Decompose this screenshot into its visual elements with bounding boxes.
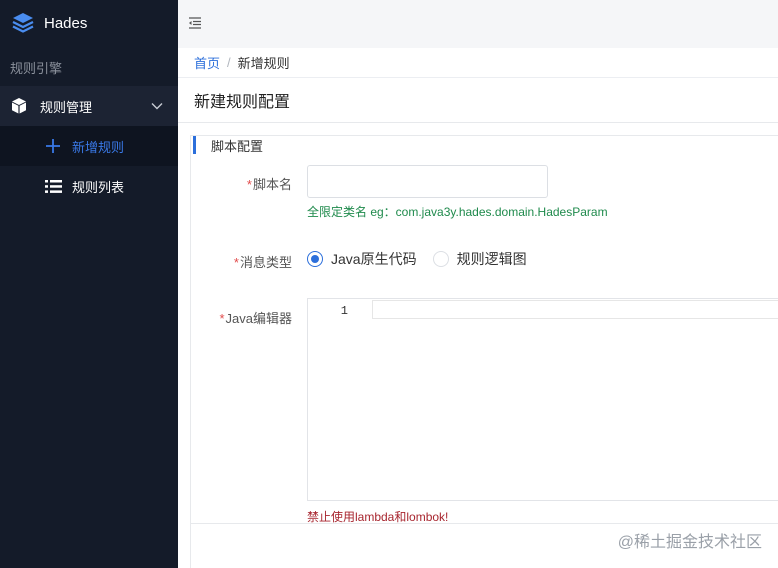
- message-type-radio-group: Java原生代码 规则逻辑图: [307, 249, 543, 269]
- section-title: 脚本配置: [211, 138, 264, 154]
- script-name-label-text: 脚本名: [252, 177, 292, 192]
- required-mark: *: [219, 311, 225, 326]
- app-logo[interactable]: Hades: [0, 0, 178, 46]
- radio-label: Java原生代码: [331, 251, 417, 267]
- section-accent-bar: [193, 136, 196, 154]
- script-name-hint: 全限定类名 eg：com.java3y.hades.domain.HadesPa…: [307, 205, 608, 219]
- breadcrumb-separator: /: [227, 55, 231, 70]
- sidebar-section-label: 规则引擎: [10, 61, 63, 76]
- editor-active-line[interactable]: [372, 300, 778, 319]
- cube-icon: [10, 97, 28, 115]
- radio-rule-logic-graph[interactable]: 规则逻辑图: [432, 249, 527, 269]
- radio-unchecked-icon[interactable]: [432, 251, 449, 267]
- form-panel: 脚本配置 *脚本名 全限定类名 eg：com.java3y.hades.doma…: [190, 135, 778, 568]
- breadcrumb: 首页 / 新增规则: [178, 48, 778, 78]
- breadcrumb-current: 新增规则: [237, 56, 290, 71]
- message-type-label: *消息类型: [191, 252, 292, 271]
- sidebar-group-label: 规则管理: [40, 99, 93, 115]
- sidebar-group-rule-management[interactable]: 规则管理: [0, 86, 178, 126]
- page-title-bar: 新建规则配置: [178, 78, 778, 123]
- sidebar-item-add-rule[interactable]: 新增规则: [0, 126, 178, 166]
- java-editor-label-text: Java编辑器: [225, 311, 292, 326]
- page-title: 新建规则配置: [194, 94, 291, 111]
- section-header: 脚本配置: [193, 136, 263, 154]
- menu-fold-icon[interactable]: [188, 16, 204, 32]
- message-type-label-text: 消息类型: [239, 255, 292, 270]
- sidebar-item-label: 新增规则: [72, 139, 125, 155]
- breadcrumb-home-link[interactable]: 首页: [194, 53, 220, 72]
- required-mark: *: [246, 177, 252, 192]
- plus-icon: [44, 137, 62, 155]
- editor-gutter: 1: [308, 299, 370, 500]
- java-code-editor[interactable]: 1: [307, 298, 778, 501]
- sidebar: Hades 规则引擎 规则管理 新增规则 规则列表: [0, 0, 178, 568]
- app-name: Hades: [44, 14, 88, 32]
- top-bar: [178, 0, 778, 48]
- sidebar-item-rule-list[interactable]: 规则列表: [0, 166, 178, 206]
- required-mark: *: [233, 255, 239, 270]
- script-name-label: *脚本名: [191, 174, 292, 193]
- script-name-input[interactable]: [307, 165, 548, 198]
- java-editor-label: *Java编辑器: [191, 308, 292, 327]
- watermark: @稀土掘金技术社区: [617, 534, 762, 551]
- radio-checked-icon[interactable]: [307, 251, 323, 267]
- layers-logo-icon: [10, 10, 36, 36]
- radio-java-native[interactable]: Java原生代码: [307, 249, 417, 269]
- sidebar-item-label: 规则列表: [72, 179, 125, 195]
- chevron-down-icon[interactable]: [150, 99, 164, 113]
- form-divider: [191, 523, 778, 524]
- list-icon: [44, 177, 62, 195]
- line-number: 1: [340, 304, 348, 318]
- radio-label: 规则逻辑图: [456, 251, 527, 267]
